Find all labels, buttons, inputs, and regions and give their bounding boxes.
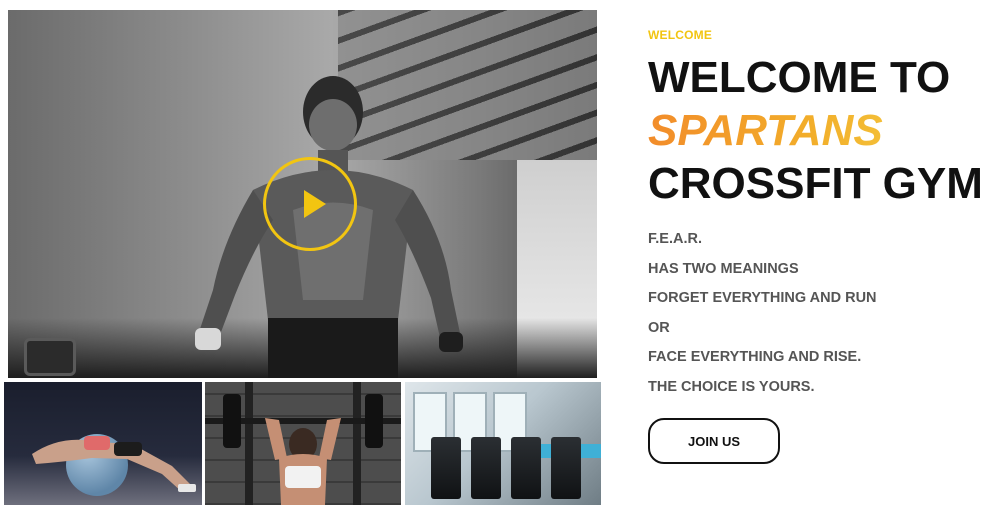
motto-line: F.E.A.R. (648, 231, 702, 247)
section-eyebrow: WELCOME (648, 28, 713, 42)
woman-stretching-figure (32, 436, 196, 492)
squat-rack-right (353, 382, 361, 505)
treadmill-3 (511, 437, 541, 499)
play-video-button[interactable] (263, 157, 357, 251)
weight-plate (24, 338, 76, 376)
weight-plate-left (223, 394, 241, 448)
treadmill-4 (551, 437, 581, 499)
title-line-3: CROSSFIT GYM (648, 159, 983, 208)
play-icon (304, 190, 326, 218)
treadmill-1 (431, 437, 461, 499)
motto-line: HAS TWO MEANINGS (648, 260, 799, 277)
weight-plate-right (365, 394, 383, 448)
woman-lifting-figure (265, 418, 341, 505)
join-us-button[interactable]: JOIN US (648, 418, 780, 464)
motto-line: OR (648, 319, 670, 336)
motto-lines: F.E.A.R. HAS TWO MEANINGS FORGET EVERYTH… (648, 225, 1002, 402)
title-brand-name: SPARTANS (648, 104, 1002, 157)
thumbnail-barbell-press[interactable] (205, 382, 401, 505)
squat-rack-left (245, 382, 253, 505)
welcome-section: WELCOME WELCOME TO SPARTANS CROSSFIT GYM… (648, 28, 1002, 402)
motto-line: THE CHOICE IS YOURS. (648, 378, 815, 395)
thumbnail-gym-treadmills[interactable] (405, 382, 601, 505)
motto-line: FORGET EVERYTHING AND RUN (648, 290, 877, 306)
motto-line: FACE EVERYTHING AND RISE. (648, 349, 862, 365)
page-title: WELCOME TO SPARTANS CROSSFIT GYM (648, 51, 1002, 210)
thumbnail-ball-stretch[interactable] (4, 382, 202, 505)
title-line-1: WELCOME TO (648, 53, 951, 102)
hero-video-image[interactable] (8, 10, 597, 378)
treadmill-2 (471, 437, 501, 499)
